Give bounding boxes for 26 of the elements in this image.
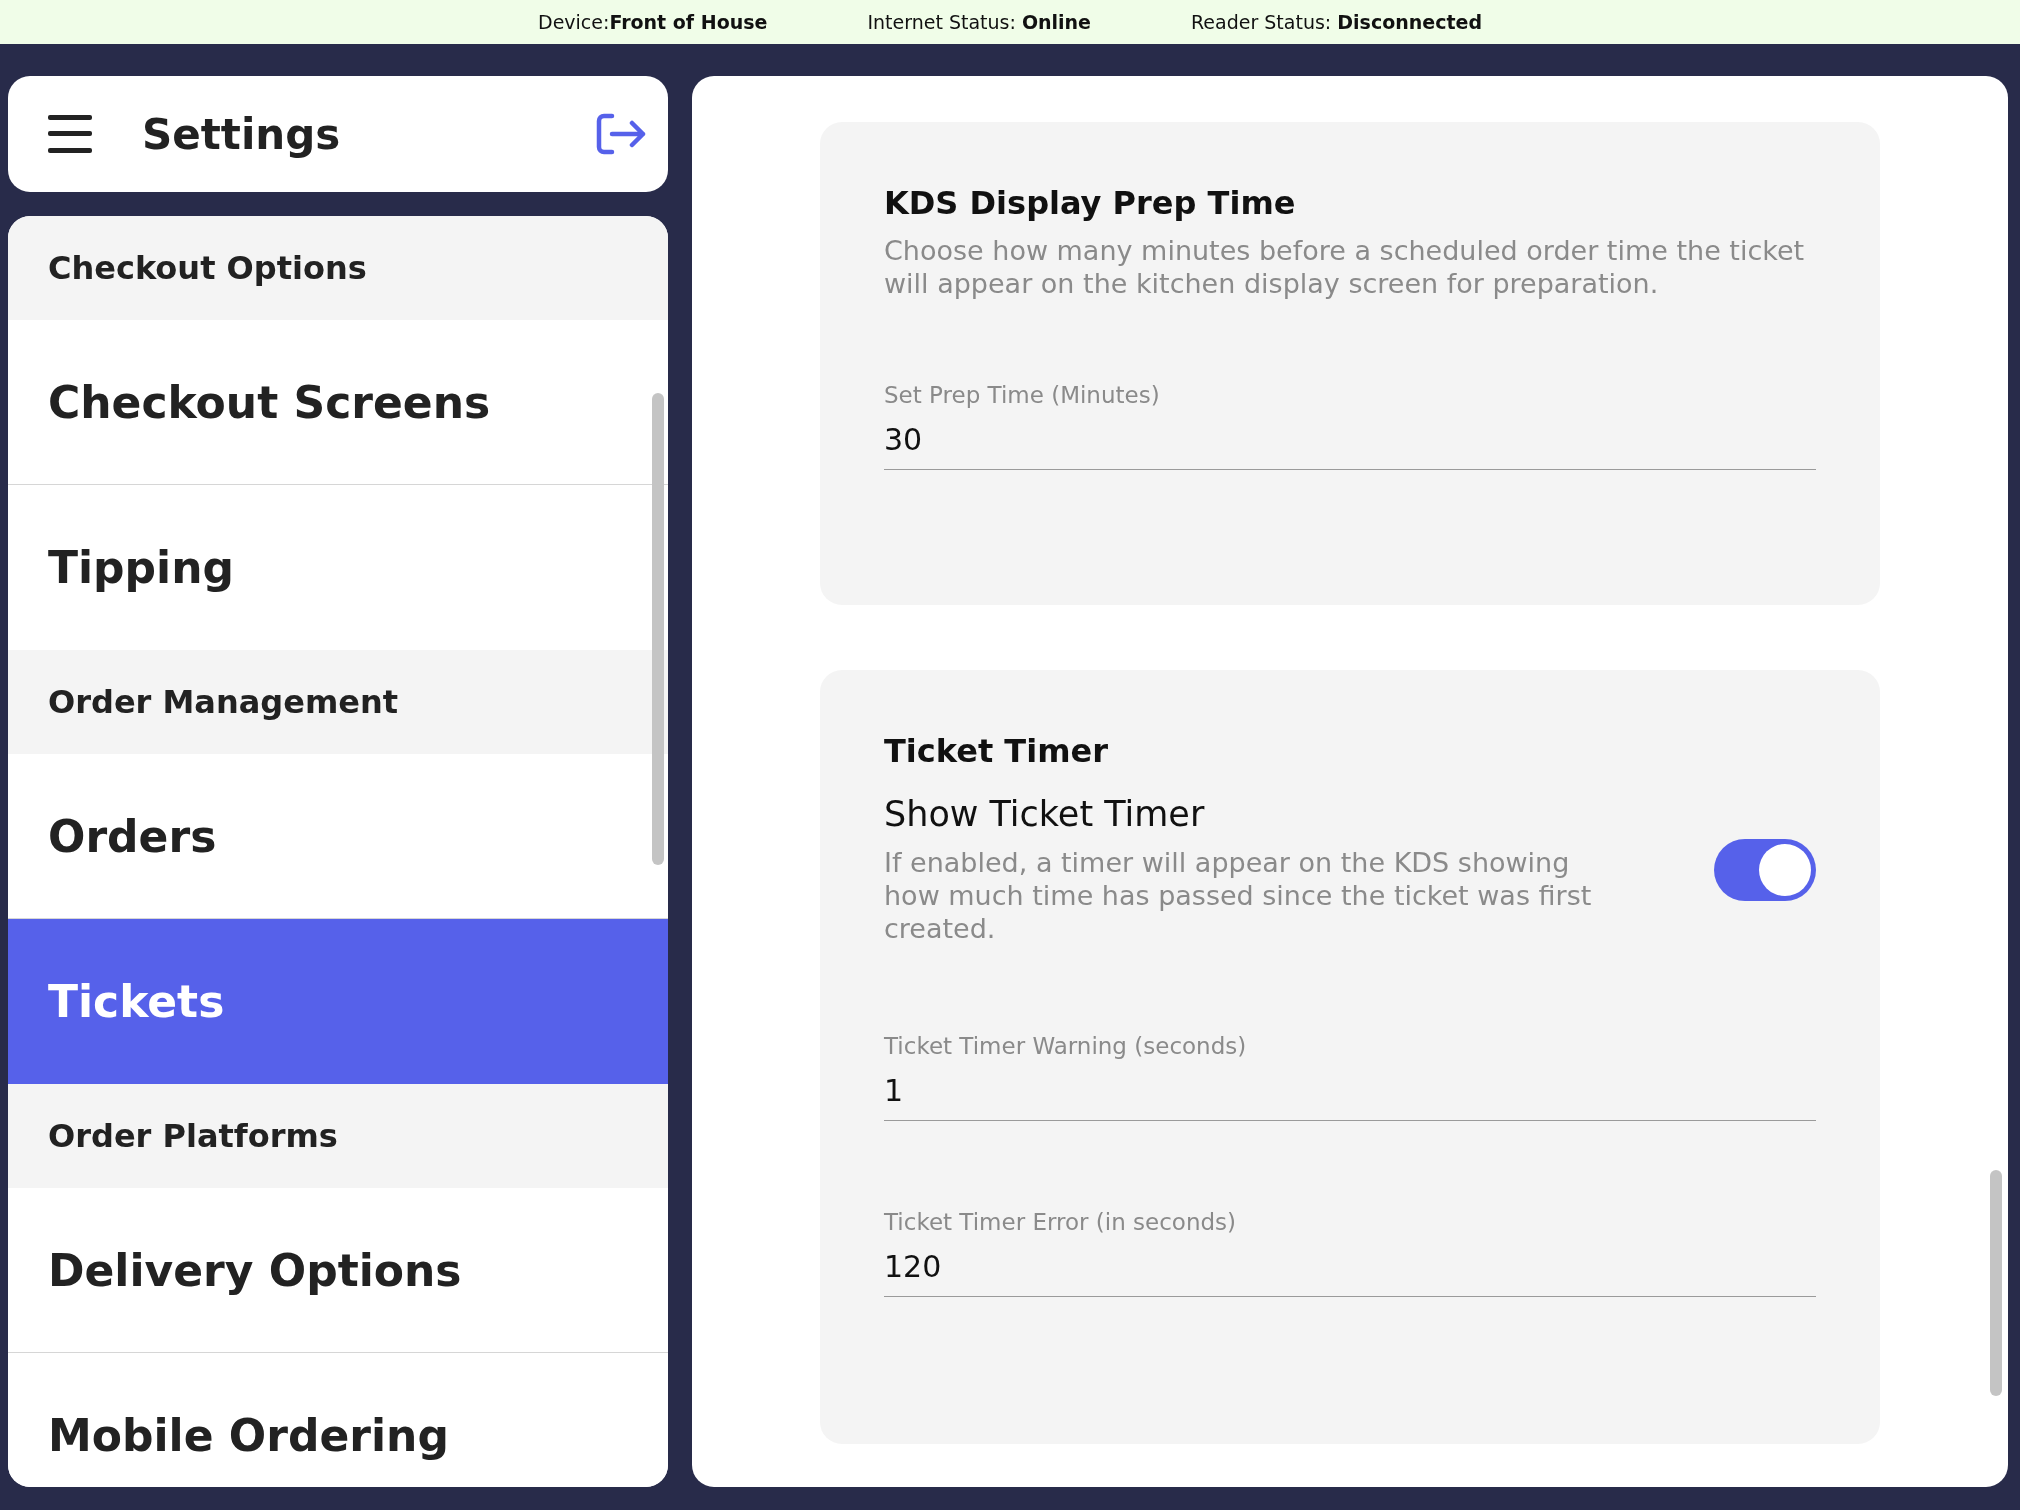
field-label: Set Prep Time (Minutes) (884, 382, 1161, 408)
input-field[interactable]: Ticket Timer Warning (seconds) 1 (884, 1033, 1816, 1121)
card-title: KDS Display Prep Time (884, 184, 1297, 222)
section-header: Order Management (8, 650, 668, 754)
card-description: Choose how many minutes before a scheduled order time the ticket will appear on the kitchen display screen for preparation. (884, 234, 1806, 300)
toggle-label: Show Ticket Timer (884, 794, 1206, 834)
page-title: Settings (142, 109, 342, 159)
menu-icon[interactable] (48, 115, 92, 153)
input-field[interactable]: Ticket Timer Error (in seconds) 120 (884, 1209, 1816, 1297)
input-field[interactable]: Set Prep Time (Minutes) 30 (884, 382, 1816, 470)
field-value[interactable]: 120 (884, 1249, 1816, 1284)
logout-icon[interactable] (596, 113, 646, 155)
scrollbar[interactable] (652, 393, 664, 865)
card-title: Ticket Timer (884, 732, 1109, 770)
field-label: Ticket Timer Error (in seconds) (884, 1209, 1238, 1235)
status-text: Reader Status: Disconnected (1191, 11, 1482, 33)
field-label: Ticket Timer Warning (seconds) (884, 1033, 1248, 1059)
status-text: Internet Status: Online (867, 11, 1091, 33)
section-header: Checkout Options (8, 216, 668, 320)
scrollbar[interactable] (1990, 1170, 2002, 1396)
toggle-description: If enabled, a timer will appear on the KDS showing how much time has passed since the ticket was first created. (884, 846, 1593, 945)
field-value[interactable]: 30 (884, 422, 1816, 457)
menu-item[interactable]: Tickets (8, 919, 668, 1084)
section-header: Order Platforms (8, 1084, 668, 1188)
field-value[interactable]: 1 (884, 1073, 1816, 1108)
status-text: Device:Front of House (538, 11, 768, 33)
